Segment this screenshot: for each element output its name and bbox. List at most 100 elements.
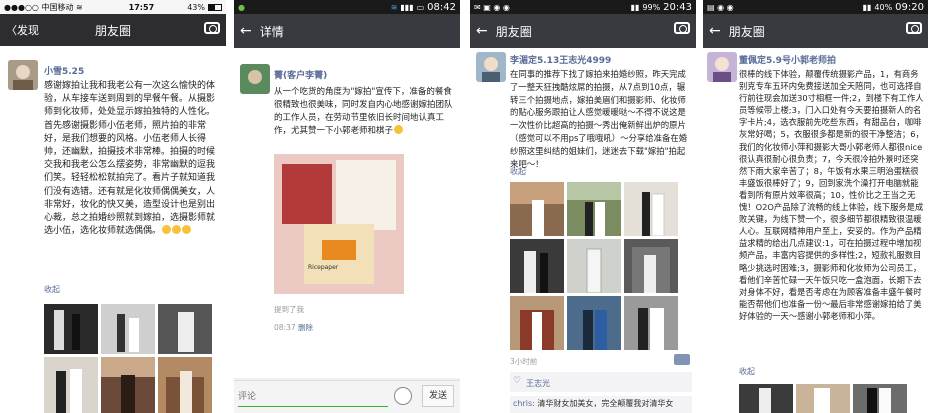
post-text: 在同事的推荐下找了嫁拍来拍婚纱照，昨天完成了一整天狂拽酷炫屌的拍摄，从7点到10…	[510, 69, 688, 169]
poster-name[interactable]: 董佩定5.9号小郭老师拍	[739, 53, 836, 66]
wedding-photo[interactable]	[510, 182, 564, 236]
title-bar: ← 朋友圈	[703, 14, 928, 48]
wedding-photo[interactable]	[796, 384, 850, 413]
post-text: 从一个吃货的角度为"嫁拍"宣传下，准备的餐食很精致也很美味，同时发自内心地感谢嫁…	[274, 86, 456, 152]
page-title: 朋友圈	[728, 24, 765, 39]
comment-bar: 发送	[234, 380, 460, 413]
wedding-photo[interactable]	[624, 239, 678, 293]
title-bar: ← 朋友圈	[470, 14, 696, 48]
clock: 17:57	[128, 2, 155, 12]
status-bar: ▤ ◉ ◉ ▮▮ 40% 09:20	[703, 0, 928, 14]
post-time: 3小时前	[510, 357, 538, 366]
mail-icon: ✉ ▣ ◉ ◉	[474, 2, 510, 12]
battery-percent: 43%	[187, 2, 205, 12]
wedding-photo[interactable]	[510, 239, 564, 293]
wedding-photo[interactable]	[510, 296, 564, 350]
send-button[interactable]: 发送	[422, 385, 454, 407]
photo-grid	[510, 182, 680, 352]
time-label: 08:37	[274, 323, 296, 332]
page-title: 朋友圈	[495, 24, 532, 39]
title-bar: ← 详情	[234, 14, 460, 48]
smile-icon	[394, 125, 404, 134]
wedding-photo[interactable]	[739, 384, 793, 413]
wedding-photo[interactable]	[101, 304, 155, 354]
delete-link[interactable]: 删除	[298, 323, 313, 332]
poster-name[interactable]: 菁(客户李菁)	[274, 68, 327, 81]
avatar[interactable]	[707, 52, 737, 82]
back-arrow-icon[interactable]: ←	[240, 23, 252, 39]
back-arrow-icon[interactable]: ←	[709, 23, 721, 39]
heart-icon: ♡	[513, 376, 522, 386]
status-bar: ✉ ▣ ◉ ◉ ▮▮ 99% 20:43	[470, 0, 696, 14]
wedding-photo[interactable]	[158, 304, 212, 354]
comment-text: 清华财女加美女，完全颠覆我对清华女	[537, 399, 674, 408]
collapse-link[interactable]: 收起	[510, 166, 526, 177]
back-label: 发现	[17, 24, 39, 37]
battery-icon	[208, 3, 222, 11]
notification-icon: ●	[238, 2, 245, 12]
battery-percent: 99%	[642, 2, 661, 12]
smile-icon	[162, 225, 172, 235]
back-arrow-icon[interactable]: ←	[476, 23, 488, 39]
post-text-body: 感谢嫁拍让我和我老公有一次这么愉快的体验，从车接车送到周到的早餐午餐。从摄影师到…	[44, 81, 216, 237]
avatar[interactable]	[8, 60, 38, 90]
poster-name[interactable]: 小雪5.25	[44, 64, 84, 77]
comment-author[interactable]: chris:	[513, 399, 535, 408]
signal-icon: ▮▮▮	[400, 2, 414, 12]
carrier: 中国移动	[41, 2, 74, 12]
comment: chris: 清华财女加美女，完全颠覆我对清华女	[510, 396, 692, 413]
panel-3: ✉ ▣ ◉ ◉ ▮▮ 99% 20:43 ← 朋友圈 李湄定5.13王志光4999 …	[470, 0, 696, 413]
post-text-body: 从一个吃货的角度为"嫁拍"宣传下，准备的餐食很精致也很美味，同时发自内心地感谢嫁…	[274, 87, 453, 136]
smile-icon	[172, 225, 182, 235]
wedding-photo[interactable]	[158, 357, 212, 413]
camera-icon[interactable]	[204, 22, 220, 34]
battery-percent: 40%	[874, 2, 893, 12]
status-bar: ●●●○○ 中国移动 ≋ 17:57 43%	[0, 0, 226, 14]
comment-icon[interactable]	[674, 354, 690, 365]
battery-icon: ▭	[416, 2, 425, 12]
signal-icon: ●●●○○	[4, 2, 42, 12]
avatar[interactable]	[476, 52, 506, 82]
clock: 09:20	[895, 1, 924, 13]
comment-input[interactable]	[238, 387, 388, 407]
collapse-link[interactable]: 收起	[739, 366, 755, 377]
avatar[interactable]	[240, 64, 270, 94]
wedding-photo[interactable]	[853, 384, 907, 413]
wedding-photo[interactable]	[44, 357, 98, 413]
food-photo[interactable]: Ricepaper	[274, 154, 404, 294]
page-title: 详情	[259, 24, 284, 39]
wedding-photo[interactable]	[567, 296, 621, 350]
wedding-photo[interactable]	[624, 182, 678, 236]
panel-1: ●●●○○ 中国移动 ≋ 17:57 43% 〈发现 朋友圈 小雪5.25 感谢…	[0, 0, 226, 413]
back-button[interactable]: 〈发现	[6, 22, 39, 38]
clock: 20:43	[663, 1, 692, 13]
wedding-photo[interactable]	[567, 182, 621, 236]
wedding-photo[interactable]	[101, 357, 155, 413]
poster-name[interactable]: 李湄定5.13王志光4999	[510, 53, 611, 66]
post-text: 感谢嫁拍让我和我老公有一次这么愉快的体验，从车接车送到周到的早餐午餐。从摄影师到…	[44, 80, 220, 264]
wedding-photo[interactable]	[624, 296, 678, 350]
wifi-icon: ≋	[390, 2, 398, 12]
post-text: 很棒的线下体验，颠覆传统摄影产品，1，有商务别克专车五环内免费接送加全天陪同，也…	[739, 69, 924, 321]
photo-caption: Ricepaper	[308, 264, 339, 271]
collapse-link[interactable]: 收起	[44, 284, 60, 295]
emoji-icon[interactable]	[394, 387, 412, 405]
like-name[interactable]: 王志光	[526, 378, 550, 389]
title-bar: 〈发现 朋友圈	[0, 14, 226, 46]
camera-icon[interactable]	[906, 22, 922, 34]
smile-icon	[182, 225, 192, 235]
camera-icon[interactable]	[674, 22, 690, 34]
wedding-photo[interactable]	[567, 239, 621, 293]
post-time: 08:37 删除	[274, 322, 313, 333]
notification-icon: ▤ ◉ ◉	[707, 2, 734, 12]
mention-label: 提到了我	[274, 305, 304, 314]
chevron-left-icon: 〈	[6, 24, 17, 37]
signal-icon: ▮▮	[862, 2, 872, 12]
wifi-icon: ≋	[76, 2, 83, 12]
clock: 08:42	[427, 1, 456, 13]
wedding-photo[interactable]	[44, 304, 98, 354]
panel-2: ● ≋ ▮▮▮ ▭ 08:42 ← 详情 菁(客户李菁) 从一个吃货的角度为"嫁拍"宣…	[234, 0, 460, 413]
panel-4: ▤ ◉ ◉ ▮▮ 40% 09:20 ← 朋友圈 董佩定5.9号小郭老师拍 很棒的线…	[703, 0, 928, 413]
signal-icon: ▮▮	[630, 2, 640, 12]
status-bar: ● ≋ ▮▮▮ ▭ 08:42	[234, 0, 460, 14]
